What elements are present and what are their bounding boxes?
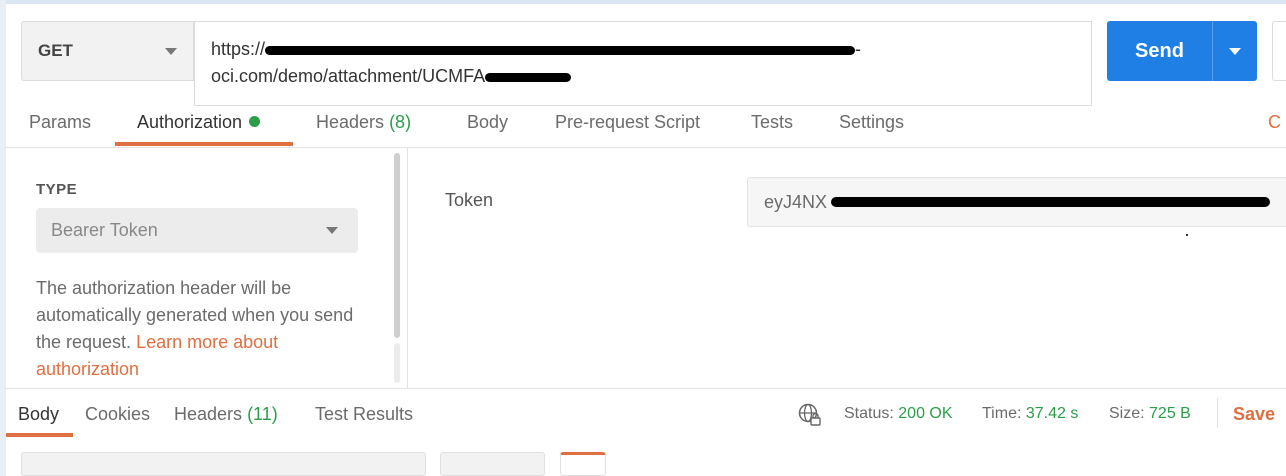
redaction-mark xyxy=(831,197,1270,207)
size-label: Size: xyxy=(1109,405,1145,422)
overflow-button[interactable] xyxy=(1272,21,1286,81)
time-label: Time: xyxy=(982,405,1022,422)
tab-body[interactable]: Body xyxy=(467,112,508,133)
auth-type-select[interactable]: Bearer Token xyxy=(36,208,358,253)
status-value[interactable]: 200 OK xyxy=(898,405,952,422)
tab-authorization[interactable]: Authorization xyxy=(137,112,261,133)
tab-label: Headers xyxy=(174,404,243,424)
tab-label: Test Results xyxy=(315,404,414,424)
status-readout: Status: 200 OK xyxy=(844,405,953,423)
scrollbar-track[interactable] xyxy=(394,343,400,383)
send-button[interactable]: Send xyxy=(1107,40,1212,63)
tab-label: Authorization xyxy=(137,112,243,132)
size-readout: Size: 725 B xyxy=(1109,405,1191,423)
tab-label: Body xyxy=(18,404,60,424)
tab-label: Settings xyxy=(839,112,905,132)
tab-overflow-link[interactable]: C xyxy=(1268,112,1281,133)
response-tab-headers[interactable]: Headers (11) xyxy=(174,404,278,425)
active-tab-indicator xyxy=(115,142,293,146)
url-line-2: oci.com/demo/attachment/UCMFA xyxy=(211,63,1075,90)
response-tab-cookies[interactable]: Cookies xyxy=(85,404,150,425)
auth-type-panel: TYPE Bearer Token The authorization head… xyxy=(6,148,408,388)
response-tab-body[interactable]: Body xyxy=(18,404,59,425)
wrap-toggle-button[interactable] xyxy=(560,452,606,476)
redaction-mark xyxy=(265,45,856,55)
tab-label: Pre-request Script xyxy=(555,112,701,132)
url-input[interactable]: https:// - oci.com/demo/attachment/UCMFA xyxy=(194,21,1092,106)
status-label: Status: xyxy=(844,405,894,422)
url-line-1-suffix: - xyxy=(855,39,862,59)
response-format-bar[interactable] xyxy=(21,452,426,476)
divider xyxy=(1217,398,1218,428)
tab-label: Params xyxy=(29,112,92,132)
tab-label: Headers xyxy=(316,112,385,132)
url-line-1: https:// - xyxy=(211,36,1075,63)
tab-label: Tests xyxy=(751,112,794,132)
globe-lock-icon[interactable] xyxy=(798,403,822,427)
tab-tests[interactable]: Tests xyxy=(751,112,793,133)
tab-pre-request-script[interactable]: Pre-request Script xyxy=(555,112,700,133)
status-dot-icon xyxy=(249,116,261,127)
response-tab-test-results[interactable]: Test Results xyxy=(315,404,413,425)
window-top-border xyxy=(0,0,1286,4)
tab-count: (11) xyxy=(247,404,278,424)
auth-type-value: Bearer Token xyxy=(51,220,158,240)
token-input[interactable]: eyJ4NX xyxy=(747,177,1286,227)
time-value[interactable]: 37.42 s xyxy=(1026,405,1078,422)
redaction-mark xyxy=(485,72,572,82)
size-value[interactable]: 725 B xyxy=(1149,405,1191,422)
token-value: eyJ4NX xyxy=(764,191,828,212)
tab-params[interactable]: Params xyxy=(29,112,91,133)
tab-headers[interactable]: Headers (8) xyxy=(316,112,411,133)
url-line-1-prefix: https:// xyxy=(211,39,266,59)
request-tabs: Params Authorization Headers (8) Body Pr… xyxy=(6,104,1286,148)
tab-settings[interactable]: Settings xyxy=(839,112,904,133)
tab-label: Cookies xyxy=(85,404,151,424)
save-response-button[interactable]: Save xyxy=(1233,404,1275,425)
token-label: Token xyxy=(445,190,494,210)
method-label: GET xyxy=(38,41,73,60)
response-bar: Body Cookies Headers (11) Test Results S… xyxy=(6,388,1286,438)
tab-count: (8) xyxy=(389,112,412,132)
send-button-group: Send xyxy=(1107,21,1257,81)
time-readout: Time: 37.42 s xyxy=(982,405,1078,423)
response-format-select[interactable] xyxy=(440,452,545,476)
scrollbar-thumb[interactable] xyxy=(394,153,400,338)
chevron-down-icon xyxy=(1229,47,1241,55)
chevron-down-icon xyxy=(165,48,177,55)
speck xyxy=(1186,234,1188,236)
tab-label: Body xyxy=(467,112,509,132)
chevron-down-icon xyxy=(326,227,338,234)
auth-description: The authorization header will be automat… xyxy=(36,275,366,383)
active-response-tab-indicator xyxy=(6,433,73,437)
method-select[interactable]: GET xyxy=(21,21,194,81)
auth-type-heading: TYPE xyxy=(36,181,78,198)
send-options-button[interactable] xyxy=(1213,47,1257,55)
url-line-2-text: oci.com/demo/attachment/UCMFA xyxy=(211,66,486,86)
